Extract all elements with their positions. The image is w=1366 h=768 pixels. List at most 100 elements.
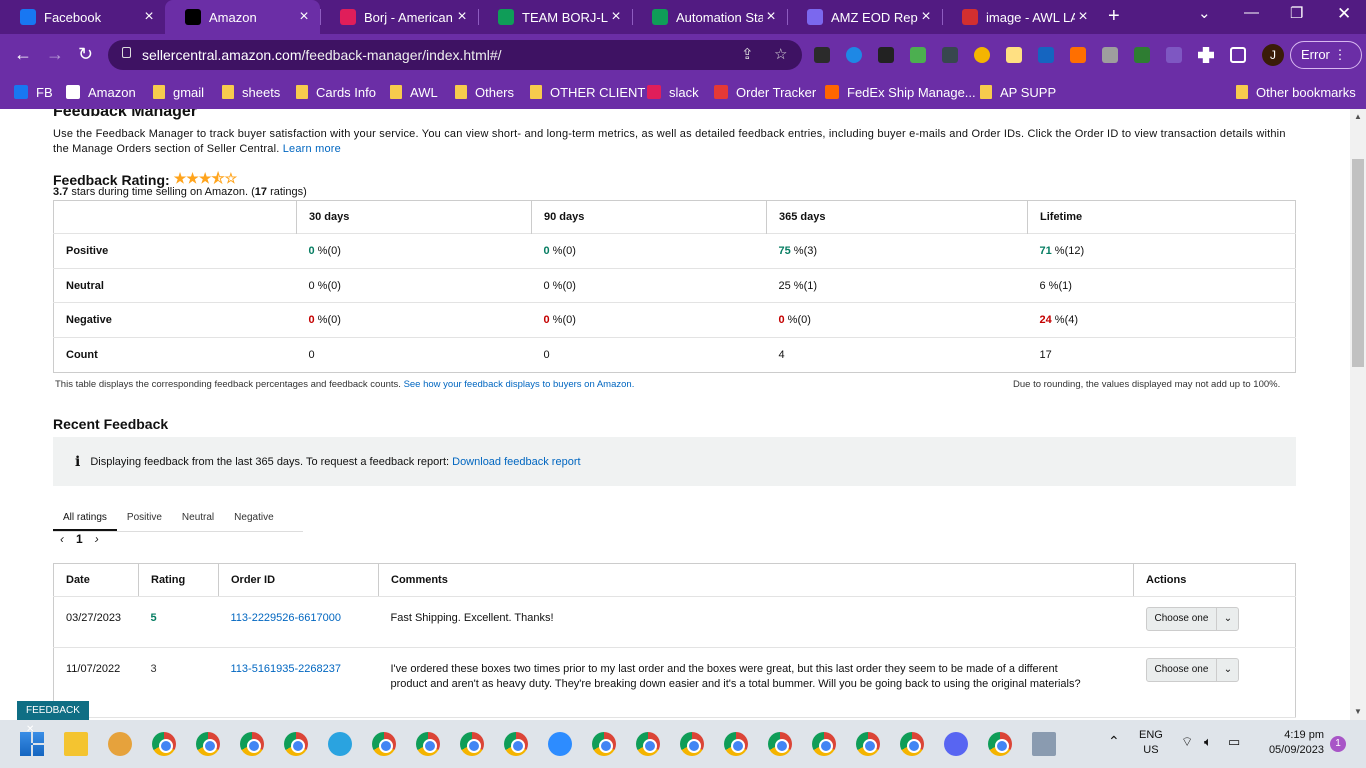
side-panel-icon[interactable] [1230, 47, 1246, 63]
other-bookmarks-folder[interactable]: Other bookmarks [1236, 82, 1356, 102]
close-tab-icon[interactable]: × [141, 8, 157, 26]
reload-button[interactable]: ↻ [78, 44, 93, 65]
bookmark-item[interactable]: Cards Info [296, 82, 376, 102]
chrome-icon[interactable] [460, 732, 484, 756]
tab-positive[interactable]: Positive [117, 502, 172, 531]
chrome-icon[interactable] [284, 732, 308, 756]
extension-chart-icon[interactable] [1070, 47, 1086, 63]
minimize-button[interactable]: — [1244, 4, 1259, 21]
battery-icon[interactable]: ▭ [1228, 734, 1240, 749]
error-button[interactable]: Error ⋮ [1290, 41, 1362, 69]
chrome-icon[interactable] [680, 732, 704, 756]
extension-off-icon[interactable] [1006, 47, 1022, 63]
page-number[interactable]: 1 [76, 532, 83, 546]
extension-arrow-green-icon[interactable] [1134, 47, 1150, 63]
discord-icon[interactable] [944, 732, 968, 756]
close-tab-icon[interactable]: × [454, 8, 470, 26]
close-tab-icon[interactable]: × [918, 8, 934, 26]
order-id-link[interactable]: 113-2229526-6617000 [231, 612, 342, 624]
scroll-up-arrow-icon[interactable]: ▲ [1354, 112, 1362, 121]
browser-tab[interactable]: image - AWL LAB× [942, 0, 1099, 34]
browser-tab[interactable]: Borj - American V× [320, 0, 478, 34]
profile-avatar[interactable]: J [1262, 44, 1284, 66]
bookmark-item[interactable]: FB [14, 82, 53, 102]
choose-one-dropdown[interactable]: Choose one ⌄ [1145, 607, 1240, 631]
chrome-icon[interactable] [856, 732, 880, 756]
app-avatar-icon[interactable] [108, 732, 132, 756]
scrollbar-thumb[interactable] [1352, 159, 1364, 367]
chrome-icon[interactable] [196, 732, 220, 756]
share-icon[interactable]: ⇪ [741, 45, 754, 63]
close-tab-icon[interactable]: × [296, 8, 312, 26]
extension-os-icon[interactable] [1038, 47, 1054, 63]
file-explorer-icon[interactable] [64, 732, 88, 756]
bookmark-item[interactable]: Others [455, 82, 514, 102]
language-indicator[interactable]: ENG US [1139, 728, 1163, 758]
extension-camera-icon[interactable] [878, 47, 894, 63]
chevron-right-icon[interactable]: › [95, 532, 99, 546]
tab-all-ratings[interactable]: All ratings [53, 502, 117, 531]
chrome-icon[interactable] [812, 732, 836, 756]
browser-tab[interactable]: Automation Stac × [632, 0, 787, 34]
restore-button[interactable]: ❐ [1290, 4, 1303, 22]
browser-tab[interactable]: TEAM BORJ-LIGH× [478, 0, 632, 34]
bookmark-star-icon[interactable]: ☆ [774, 45, 787, 63]
telegram-icon[interactable] [328, 732, 352, 756]
close-tab-icon[interactable]: × [763, 8, 779, 26]
back-button[interactable]: ← [14, 44, 32, 65]
tab-neutral[interactable]: Neutral [172, 502, 224, 531]
extension-plus-icon[interactable] [846, 47, 862, 63]
forward-button[interactable]: → [46, 44, 64, 65]
bookmark-item[interactable]: Order Tracker [714, 82, 816, 102]
browser-tab[interactable]: Facebook × [0, 0, 165, 34]
browser-tab[interactable]: AMZ EOD Report× [787, 0, 942, 34]
learn-more-link[interactable]: Learn more [283, 143, 341, 155]
chrome-icon[interactable] [592, 732, 616, 756]
extensions-puzzle-icon[interactable] [1198, 47, 1214, 63]
extension-chrome-icon[interactable] [974, 47, 990, 63]
chrome-icon[interactable] [504, 732, 528, 756]
wifi-icon[interactable]: ⌔ [1181, 734, 1193, 749]
extension-fc-icon[interactable] [1102, 47, 1118, 63]
close-window-button[interactable]: ✕ [1337, 4, 1351, 24]
notification-badge[interactable]: 1 [1330, 736, 1346, 752]
chrome-icon[interactable] [724, 732, 748, 756]
page-scrollbar[interactable]: ▲ ▼ [1350, 109, 1366, 720]
bookmark-item[interactable]: slack [647, 82, 699, 102]
close-tab-icon[interactable]: × [608, 8, 624, 26]
feedback-widget-tab[interactable]: FEEDBACK ✕ [17, 701, 89, 735]
zoom-icon[interactable] [548, 732, 572, 756]
volume-icon[interactable]: 🔈︎ [1204, 734, 1212, 749]
extension-purple-icon[interactable] [1166, 47, 1182, 63]
feedback-display-link[interactable]: See how your feedback displays to buyers… [404, 379, 635, 390]
close-tab-icon[interactable]: × [1075, 8, 1091, 26]
tab-negative[interactable]: Negative [224, 502, 283, 531]
extension-r-icon[interactable] [942, 47, 958, 63]
extension-brush-icon[interactable] [910, 47, 926, 63]
bookmark-item[interactable]: Amazon [66, 82, 136, 102]
chrome-icon[interactable] [900, 732, 924, 756]
chrome-icon[interactable] [240, 732, 264, 756]
new-tab-button[interactable]: + [1108, 5, 1120, 28]
chrome-icon[interactable] [768, 732, 792, 756]
bookmark-item[interactable]: sheets [222, 82, 280, 102]
address-bar[interactable]: sellercentral.amazon.com/feedback-manage… [108, 40, 802, 70]
tab-search-chevron-icon[interactable]: ⌄ [1198, 4, 1211, 22]
chevron-left-icon[interactable]: ‹ [60, 532, 64, 546]
bookmark-item[interactable]: FedEx Ship Manage... [825, 82, 976, 102]
chrome-icon[interactable] [636, 732, 660, 756]
chrome-icon[interactable] [372, 732, 396, 756]
order-id-link[interactable]: 113-5161935-2268237 [231, 663, 342, 675]
bookmark-item[interactable]: AWL [390, 82, 438, 102]
chrome-icon[interactable] [416, 732, 440, 756]
chrome-icon[interactable] [152, 732, 176, 756]
chrome-icon[interactable] [988, 732, 1012, 756]
bookmark-item[interactable]: AP SUPP [980, 82, 1056, 102]
calculator-icon[interactable] [1032, 732, 1056, 756]
extension-arrow-icon[interactable] [814, 47, 830, 63]
chevron-up-icon[interactable]: ⌃ [1108, 734, 1120, 749]
scroll-down-arrow-icon[interactable]: ▼ [1354, 707, 1362, 716]
browser-tab[interactable]: Amazon × [165, 0, 320, 34]
bookmark-item[interactable]: gmail [153, 82, 204, 102]
bookmark-item[interactable]: OTHER CLIENT [530, 82, 645, 102]
